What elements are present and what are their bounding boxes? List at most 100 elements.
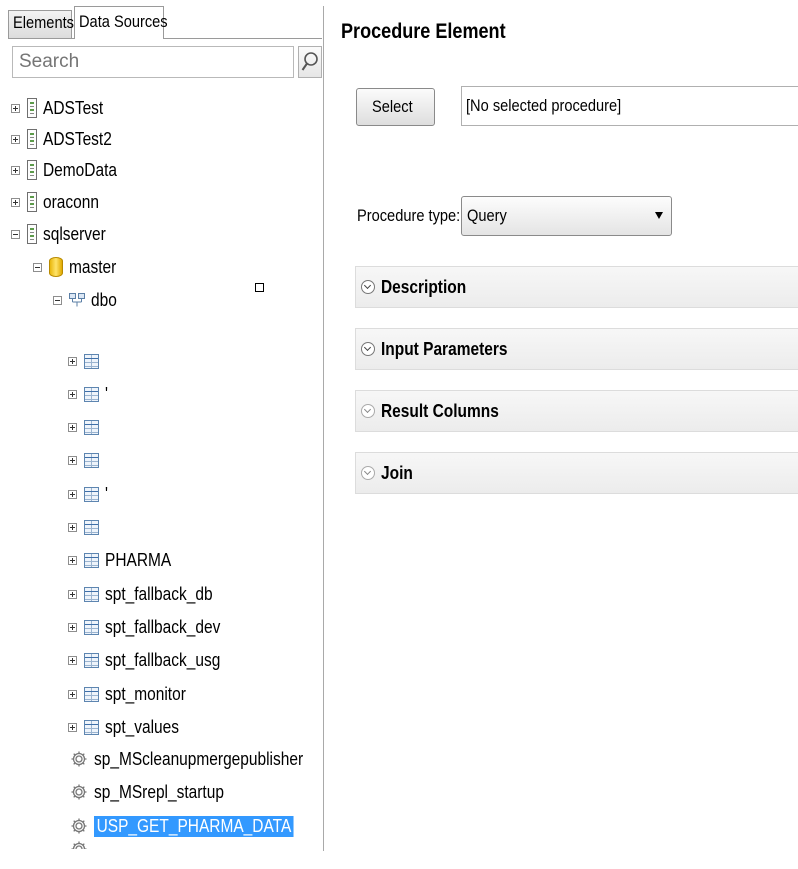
expand-icon[interactable] <box>11 103 20 113</box>
tab-data-sources[interactable]: Data Sources <box>74 6 168 38</box>
tree-item-procedure[interactable]: sp_MScleanupmergepublisher <box>70 745 337 773</box>
tree-item-procedure-selected[interactable]: USP_GET_PHARMA_DATA <box>70 812 326 840</box>
tree-item-table[interactable]: spt_fallback_usg <box>68 646 239 674</box>
table-icon <box>84 619 99 635</box>
tree-node-label: spt_fallback_dev <box>105 616 221 637</box>
tree-item-procedure[interactable]: sp_MSrepl_startup <box>70 778 245 806</box>
tree-node-label: oraconn <box>43 191 99 212</box>
expand-icon[interactable] <box>68 722 77 732</box>
section-join[interactable]: Join <box>355 452 798 494</box>
section-description-label: Description <box>381 276 467 297</box>
collapse-icon[interactable] <box>11 229 20 239</box>
procedure-type-dropdown[interactable]: Query <box>461 196 672 236</box>
expand-icon[interactable] <box>68 356 77 366</box>
table-icon <box>84 552 99 568</box>
expand-icon[interactable] <box>68 589 77 599</box>
tree-node-label: USP_GET_PHARMA_DATA <box>94 815 294 837</box>
tree-item-table[interactable]: PHARMA <box>68 546 182 574</box>
tree-item-table[interactable]: spt_fallback_dev <box>68 613 239 641</box>
schema-icon <box>69 293 85 307</box>
tree-item-table[interactable]: spt_values <box>68 713 191 741</box>
section-description[interactable]: Description <box>355 266 798 308</box>
tree-item-table[interactable]: spt_fallback_db <box>68 580 230 608</box>
table-icon <box>84 652 99 668</box>
table-icon <box>84 353 99 369</box>
section-input-parameters-label: Input Parameters <box>381 338 508 359</box>
chevron-down-icon <box>361 342 375 356</box>
tree-item-table[interactable]: ' <box>68 480 108 508</box>
tab-elements[interactable]: Elements <box>8 10 74 38</box>
page-title: Procedure Element <box>341 20 506 43</box>
datasource-icon <box>27 98 37 118</box>
gear-icon <box>71 784 87 800</box>
tree-node-label: sp_MScleanupmergepublisher <box>94 748 304 769</box>
search-button[interactable] <box>298 46 322 78</box>
section-result-columns[interactable]: Result Columns <box>355 390 798 432</box>
table-icon <box>84 519 99 535</box>
tree-item-datasource[interactable]: DemoData <box>11 156 129 184</box>
tab-divider <box>8 38 322 39</box>
tree-item-table[interactable] <box>68 446 105 474</box>
tree-node-label: ADSTest <box>43 97 104 118</box>
gear-icon <box>71 818 87 834</box>
collapse-icon[interactable] <box>53 295 62 305</box>
expand-icon[interactable] <box>68 389 77 399</box>
collapse-icon[interactable] <box>33 262 42 272</box>
table-icon <box>84 419 99 435</box>
tree-item-database[interactable]: master <box>33 253 124 281</box>
dropdown-arrow-icon <box>655 212 663 219</box>
datasource-icon <box>27 192 37 212</box>
tree-item-table[interactable] <box>68 513 105 541</box>
expand-icon[interactable] <box>68 689 77 699</box>
tree-node-label: dbo <box>91 289 117 310</box>
tree-item-schema[interactable]: dbo <box>53 286 121 314</box>
tree-item-datasource[interactable]: ADSTest2 <box>11 125 123 153</box>
tree-item-datasource[interactable]: ADSTest <box>11 94 113 122</box>
tree-node-label: spt_values <box>105 716 180 737</box>
chevron-down-icon <box>361 280 375 294</box>
procedure-type-value: Query <box>467 206 507 225</box>
expand-icon[interactable] <box>11 165 20 175</box>
expand-icon[interactable] <box>11 134 20 144</box>
expand-icon[interactable] <box>68 422 77 432</box>
data-sources-panel: Elements Data Sources ADSTest ADSTest2 Dem… <box>8 6 324 851</box>
table-icon <box>84 719 99 735</box>
cursor-marker <box>255 283 264 292</box>
tree-item-table[interactable] <box>68 347 105 375</box>
datasource-icon <box>27 224 37 244</box>
tree-node-label: DemoData <box>43 159 118 180</box>
chevron-down-icon <box>361 404 375 418</box>
tree-node-label: PHARMA <box>105 549 172 570</box>
expand-icon[interactable] <box>68 622 77 632</box>
table-icon <box>84 386 99 402</box>
tree-node-label: ' <box>105 483 108 504</box>
selected-procedure-field: [No selected procedure] <box>461 86 798 126</box>
tree-item-datasource[interactable]: sqlserver <box>11 220 116 248</box>
tree-node-label: spt_monitor <box>105 683 186 704</box>
tree-item-datasource[interactable]: oraconn <box>11 188 108 216</box>
expand-icon[interactable] <box>11 197 20 207</box>
section-result-columns-label: Result Columns <box>381 400 499 421</box>
tree-node-label: master <box>69 256 117 277</box>
chevron-down-icon <box>361 466 375 480</box>
section-join-label: Join <box>381 462 413 483</box>
search-input[interactable] <box>12 46 294 78</box>
table-icon <box>84 452 99 468</box>
tree-node-label: ADSTest2 <box>43 128 112 149</box>
database-icon <box>49 257 63 277</box>
expand-icon[interactable] <box>68 555 77 565</box>
tree-node-label: spt_fallback_usg <box>105 649 221 670</box>
section-input-parameters[interactable]: Input Parameters <box>355 328 798 370</box>
expand-icon[interactable] <box>68 655 77 665</box>
datasource-icon <box>27 160 37 180</box>
select-procedure-button[interactable]: Select <box>356 88 435 126</box>
expand-icon[interactable] <box>68 489 77 499</box>
magnifier-icon <box>301 52 318 71</box>
tab-strip: Elements Data Sources <box>8 6 323 38</box>
expand-icon[interactable] <box>68 455 77 465</box>
tree-item-table[interactable]: ' <box>68 380 108 408</box>
tree-item-table[interactable]: spt_monitor <box>68 680 199 708</box>
tree-item-table[interactable] <box>68 413 105 441</box>
table-icon <box>84 686 99 702</box>
expand-icon[interactable] <box>68 522 77 532</box>
